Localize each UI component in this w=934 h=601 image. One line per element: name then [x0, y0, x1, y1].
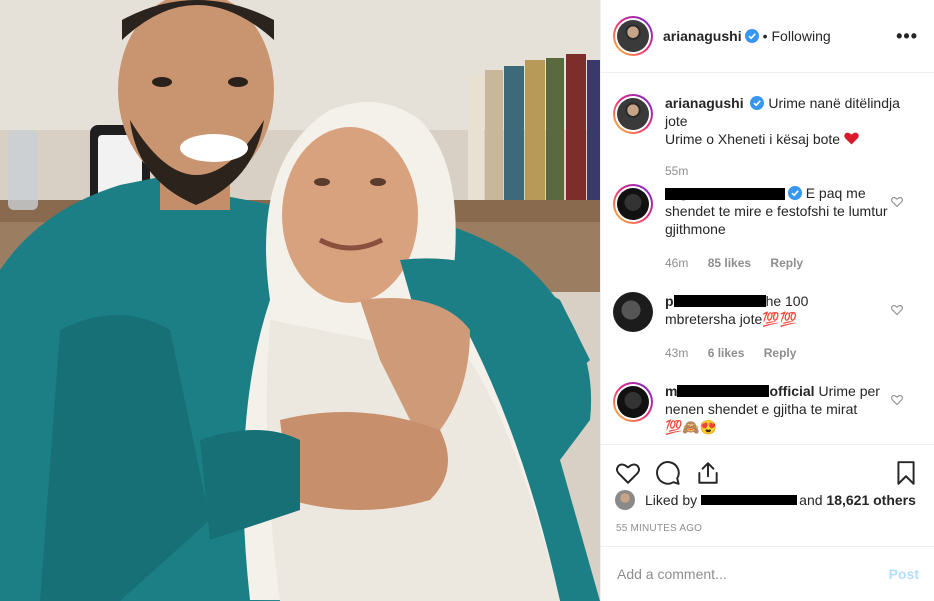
- comment-item: m official Urime per nenen shendet e gjit…: [613, 382, 919, 436]
- post-comment-button[interactable]: Post: [889, 566, 919, 582]
- likes-count[interactable]: 18,621 others: [826, 492, 916, 508]
- comment-meta: 46m 85 likes Reply: [665, 254, 891, 272]
- caption-time: 55m: [665, 164, 689, 178]
- post-photo-illustration: [0, 0, 600, 601]
- post-header: arianagushi • Following •••: [601, 0, 934, 73]
- reply-button[interactable]: Reply: [764, 346, 797, 360]
- comment-time: 43m: [665, 346, 689, 360]
- redaction-bar: [665, 188, 785, 200]
- commenter-avatar[interactable]: [613, 184, 653, 224]
- like-comment-heart-icon[interactable]: [891, 394, 903, 406]
- comment-input[interactable]: [617, 566, 889, 582]
- comment-meta: 43m 6 likes Reply: [665, 344, 891, 362]
- redaction-bar: [677, 385, 770, 397]
- liker-avatar[interactable]: [615, 490, 635, 510]
- caption-meta: 55m: [665, 162, 919, 180]
- verified-badge-icon: [744, 29, 759, 43]
- follow-separator: •: [762, 28, 768, 44]
- commenter-username-prefix: p: [665, 293, 674, 309]
- comment-text: mbretersha jote💯💯: [665, 311, 798, 327]
- comment-time: 46m: [665, 256, 689, 270]
- post-photo[interactable]: [0, 0, 600, 601]
- commenter-avatar[interactable]: [613, 382, 653, 422]
- comment-item: p he 100 mbretersha jote💯💯 43m 6 likes Re…: [613, 292, 919, 362]
- caption: arianagushi Urime nanë ditëlindja jote U…: [613, 94, 919, 180]
- likes-summary: Liked by and 18,621 others: [615, 490, 916, 510]
- reply-button[interactable]: Reply: [770, 256, 803, 270]
- post-timestamp: 55 MINUTES AGO: [616, 523, 703, 534]
- commenter-username-suffix: he 100: [765, 293, 809, 309]
- redaction-bar: [701, 495, 798, 505]
- red-heart-emoji-icon: [844, 132, 859, 145]
- comment-emoji: 💯🙈😍: [665, 419, 718, 435]
- caption-avatar[interactable]: [613, 94, 653, 134]
- share-icon[interactable]: [695, 460, 721, 486]
- like-comment-heart-icon[interactable]: [891, 304, 903, 316]
- comment-likes[interactable]: 85 likes: [708, 256, 751, 270]
- like-comment-heart-icon[interactable]: [891, 196, 903, 208]
- verified-badge-icon: [787, 186, 802, 200]
- caption-username[interactable]: arianagushi: [665, 95, 744, 111]
- commenter-username[interactable]: p he 100: [665, 293, 808, 309]
- caption-text-line2: Urime o Xheneti i kësaj bote: [665, 131, 841, 147]
- bookmark-icon[interactable]: [893, 460, 919, 486]
- likes-prefix: Liked by: [645, 492, 698, 508]
- comment-bubble-icon[interactable]: [655, 460, 681, 486]
- author-avatar[interactable]: [613, 16, 653, 56]
- commenter-avatar[interactable]: [613, 292, 653, 332]
- verified-badge-icon: [750, 96, 765, 110]
- add-comment-bar: Post: [601, 546, 934, 601]
- post-panel: arianagushi • Following ••• arianagushi …: [600, 0, 934, 601]
- comment-item: shyhrete_hahhuli E paq me shendet te mir…: [613, 184, 919, 272]
- commenter-username-suffix: official: [769, 383, 815, 399]
- likes-suffix: and: [799, 492, 823, 508]
- comment-likes[interactable]: 6 likes: [708, 346, 745, 360]
- comments-list[interactable]: arianagushi Urime nanë ditëlindja jote U…: [601, 74, 934, 444]
- heart-icon[interactable]: [615, 460, 641, 486]
- commenter-username[interactable]: m official: [665, 383, 818, 399]
- commenter-username[interactable]: shyhrete_hahhuli: [665, 185, 785, 201]
- redaction-bar: [673, 295, 766, 307]
- more-options-icon[interactable]: •••: [896, 26, 918, 47]
- author-username[interactable]: arianagushi: [663, 28, 742, 44]
- commenter-username-prefix: m: [665, 383, 678, 399]
- following-button[interactable]: Following: [772, 28, 831, 44]
